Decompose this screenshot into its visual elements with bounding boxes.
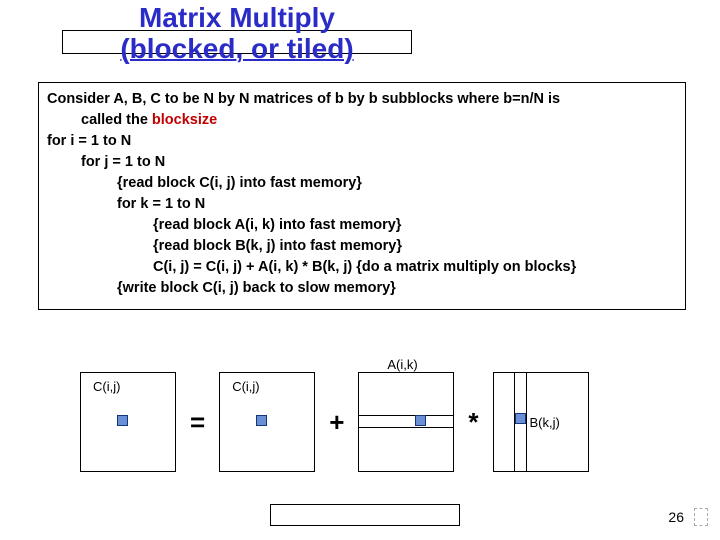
matrix-b: B(k,j): [493, 372, 589, 472]
code-l3: {read block C(i, j) into fast memory}: [117, 173, 677, 194]
op-plus: +: [325, 407, 348, 438]
corner-decor: [694, 508, 708, 526]
block-c1: [117, 415, 128, 426]
intro-line-a: Consider A, B, C to be N by N matrices o…: [47, 89, 677, 110]
intro-line-b: called the blocksize: [81, 110, 677, 131]
label-c1: C(i,j): [93, 379, 120, 394]
pseudocode-box: Consider A, B, C to be N by N matrices o…: [38, 82, 686, 310]
code-l5: {read block A(i, k) into fast memory}: [153, 215, 677, 236]
label-c2: C(i,j): [232, 379, 259, 394]
block-a: [415, 415, 426, 426]
op-equals: =: [186, 407, 209, 438]
title-line1: Matrix Multiply: [139, 2, 335, 33]
matrix-c-result: C(i,j): [80, 372, 176, 472]
label-a: A(i,k): [387, 357, 417, 372]
code-l4: for k = 1 to N: [117, 194, 677, 215]
matrix-diagram: C(i,j) = C(i,j) + A(i,k) * B(k,j): [80, 372, 589, 472]
label-b: B(k,j): [530, 415, 560, 430]
page-number: 26: [668, 509, 684, 525]
matrix-a: A(i,k): [358, 372, 454, 472]
slide-title: Matrix Multiply (blocked, or tiled): [62, 2, 412, 65]
slide-title-wrap: Matrix Multiply (blocked, or tiled): [62, 2, 412, 65]
row-band-a: [359, 415, 453, 428]
blocksize-keyword: blocksize: [152, 112, 217, 128]
code-l2: for j = 1 to N: [81, 152, 677, 173]
footer-decor-box: [270, 504, 460, 526]
op-mul: *: [464, 407, 482, 438]
title-line2: (blocked, or tiled): [120, 33, 353, 64]
code-l7: C(i, j) = C(i, j) + A(i, k) * B(k, j) {d…: [153, 257, 677, 278]
code-l1: for i = 1 to N: [47, 131, 677, 152]
code-l8: {write block C(i, j) back to slow memory…: [117, 278, 677, 299]
code-l6: {read block B(k, j) into fast memory}: [153, 236, 677, 257]
matrix-c-current: C(i,j): [219, 372, 315, 472]
block-c2: [256, 415, 267, 426]
block-b: [515, 413, 526, 424]
